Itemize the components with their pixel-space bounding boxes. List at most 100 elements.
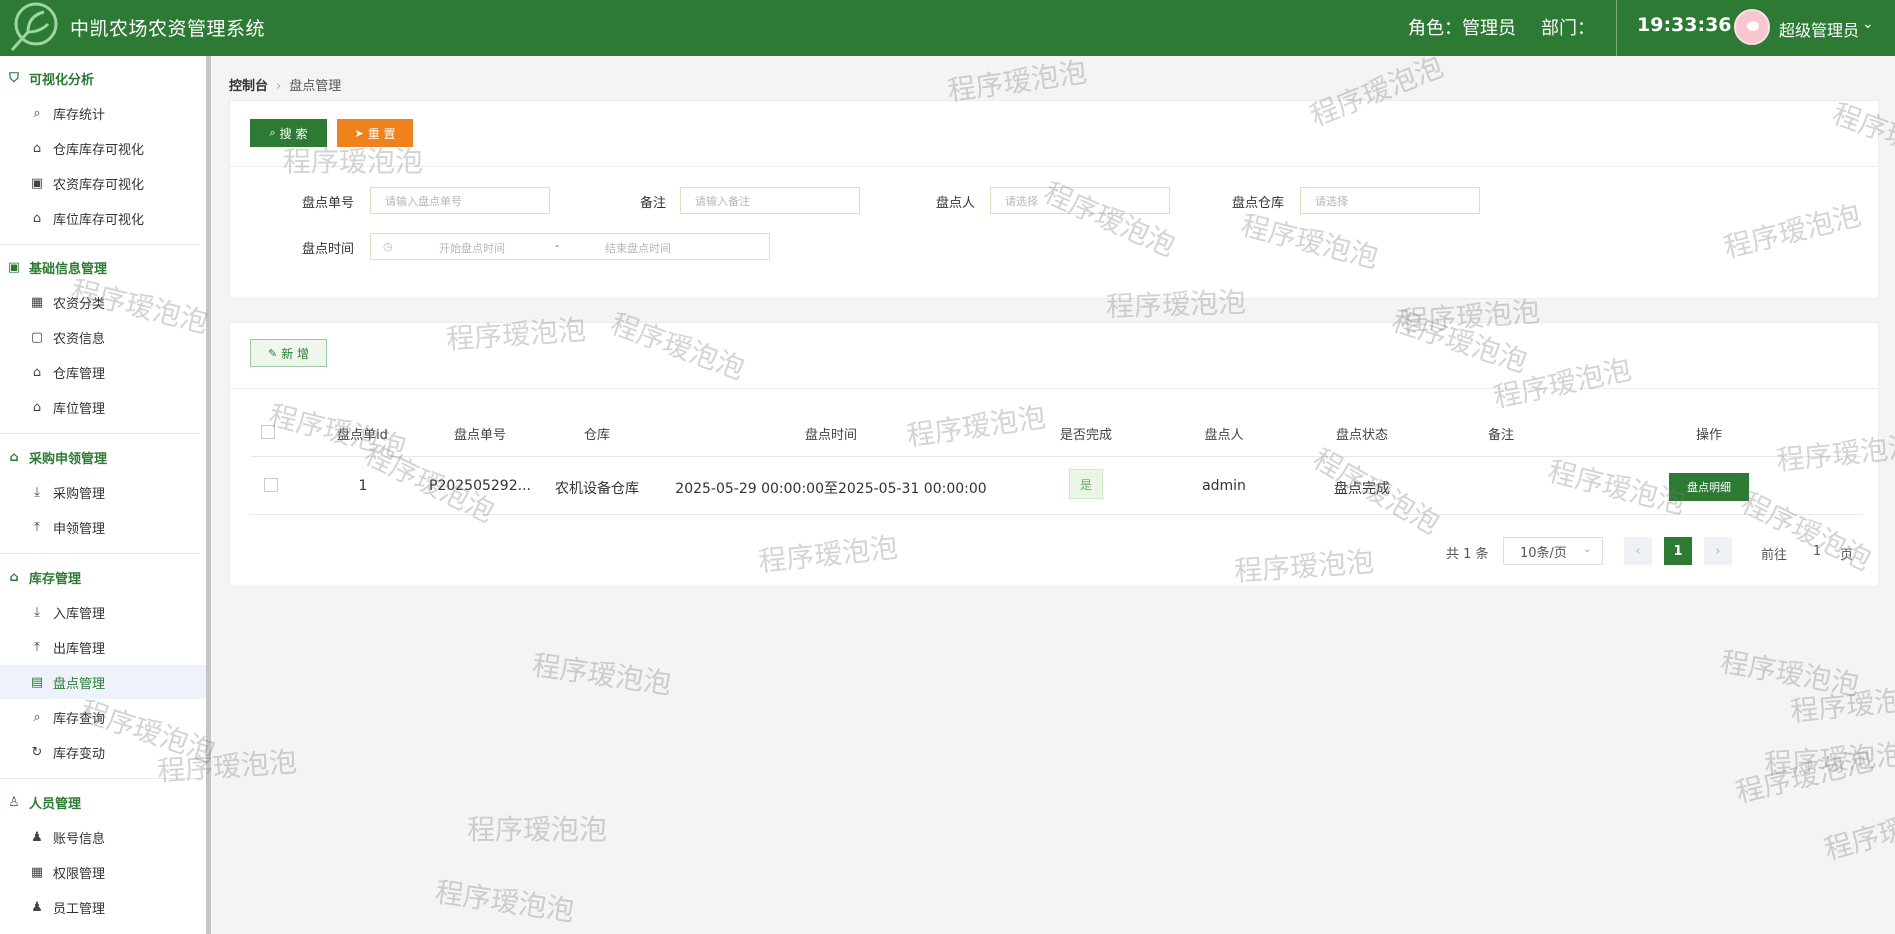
cell-order-no: P202505292... [429, 478, 531, 494]
sidebar-item-label: 农资库存可视化 [53, 177, 145, 193]
user-icon: ♟ [31, 899, 43, 915]
page-size-select[interactable]: 10条/页 ⌄ [1503, 537, 1603, 565]
date-separator: - [555, 239, 559, 252]
bag-outline-icon: ▢ [30, 329, 44, 345]
chevron-down-icon: ⌄ [1582, 542, 1592, 555]
col-header-remark: 备注 [1487, 428, 1514, 443]
sidebar-item-account[interactable]: ♟ 账号信息 [0, 820, 206, 854]
remark-input[interactable]: 请输入备注 [680, 187, 860, 214]
select-all-checkbox[interactable] [261, 425, 275, 439]
sidebar-item-label: 农资信息 [53, 331, 106, 347]
order-no-input[interactable]: 请输入盘点单号 [370, 187, 550, 214]
sidebar-item-outbound[interactable]: ⤒ 出库管理 [0, 630, 206, 664]
dept-label: 部门： [1541, 18, 1595, 39]
download-icon: ⤓ [34, 484, 40, 500]
sidebar-item-warehouse-mgmt[interactable]: ⌂ 仓库管理 [0, 355, 206, 389]
sidebar-item-label: 盘点管理 [53, 676, 106, 692]
sidebar-group-inventory[interactable]: ⌂ 库存管理 [0, 562, 206, 592]
sidebar-item-stock-query[interactable]: ⌕ 库存查询 [0, 700, 206, 734]
sidebar-group-basic-info[interactable]: ▣ 基础信息管理 [0, 252, 206, 282]
sidebar-group-purchase[interactable]: ⌂ 采购申领管理 [0, 442, 206, 472]
sidebar-item-label: 农资分类 [53, 296, 106, 312]
page-suffix: 页 [1840, 548, 1854, 563]
sidebar-group-label: 采购申领管理 [29, 451, 108, 467]
search-button[interactable]: ⌕ 搜 索 [250, 119, 327, 147]
sidebar-item-label: 出库管理 [53, 641, 106, 657]
upload-icon: ⤒ [34, 639, 40, 655]
sidebar-item-material-category[interactable]: ▦ 农资分类 [0, 285, 206, 319]
sidebar-item-permission[interactable]: ▦ 权限管理 [0, 855, 206, 889]
warehouse-label: 盘点仓库 [1232, 196, 1285, 211]
reset-button-label: 重 置 [367, 126, 396, 141]
goto-label: 前往 [1761, 548, 1788, 563]
chevron-down-icon[interactable]: ⌄ [1862, 16, 1874, 32]
person-label: 盘点人 [936, 196, 976, 211]
col-header-order-no: 盘点单号 [453, 428, 506, 443]
breadcrumb-current: 盘点管理 [289, 79, 342, 94]
document-icon: ▤ [30, 674, 44, 690]
watermark: 程序瑷泡泡 [530, 648, 674, 701]
order-no-label: 盘点单号 [302, 196, 355, 211]
sidebar-divider [0, 778, 200, 779]
row-checkbox[interactable] [264, 478, 278, 492]
add-button-label: 新 增 [281, 346, 310, 361]
sidebar-item-stock-stats[interactable]: ⌕ 库存统计 [0, 96, 206, 130]
top-header: 中凯农场农资管理系统 角色：管理员 部门： 19:33:36 超级管理员 ⌄ [0, 0, 1895, 56]
breadcrumb-home[interactable]: 控制台 [229, 79, 268, 94]
cell-time: 2025-05-29 00:00:00至2025-05-31 00:00:00 [675, 481, 987, 497]
watermark: 程序瑷泡泡 [1717, 645, 1862, 702]
search-icon: ⌕ [33, 105, 41, 121]
next-page-button[interactable]: › [1704, 537, 1732, 565]
cell-status: 盘点完成 [1334, 481, 1390, 497]
bag-icon: ▣ [7, 259, 21, 275]
person-select[interactable]: 请选择 [990, 187, 1170, 214]
home-icon: ⌂ [32, 210, 42, 226]
avatar[interactable] [1734, 9, 1770, 45]
search-button-label: 搜 索 [279, 126, 308, 141]
date-range-picker[interactable]: ◷ 开始盘点时间 - 结束盘点时间 [370, 233, 770, 260]
prev-page-button[interactable]: ‹ [1624, 537, 1652, 565]
app-title: 中凯农场农资管理系统 [70, 18, 266, 40]
reset-button[interactable]: ➤ 重 置 [337, 119, 413, 147]
search-icon: ⌕ [33, 709, 41, 725]
sidebar-item-inbound[interactable]: ⤓ 入库管理 [0, 595, 206, 629]
table-header-divider [250, 456, 1862, 457]
page-number-current[interactable]: 1 [1664, 537, 1692, 565]
sidebar-item-staff[interactable]: ♟ 员工管理 [0, 890, 206, 924]
sidebar-divider [0, 433, 200, 434]
username[interactable]: 超级管理员 [1779, 17, 1859, 41]
sidebar-item-label: 账号信息 [53, 831, 106, 847]
sidebar-item-label: 权限管理 [53, 866, 106, 882]
sidebar-item-warehouse-viz[interactable]: ⌂ 仓库库存可视化 [0, 131, 206, 165]
sidebar-item-purchase[interactable]: ⤓ 采购管理 [0, 475, 206, 509]
sidebar-group-personnel[interactable]: ♙ 人员管理 [0, 787, 206, 817]
warehouse-select[interactable]: 请选择 [1300, 187, 1480, 214]
sidebar-item-label: 入库管理 [53, 606, 106, 622]
sidebar-item-stock-change[interactable]: ↻ 库存变动 [0, 735, 206, 769]
edit-icon: ✎ [267, 346, 278, 360]
sidebar-group-label: 库存管理 [29, 571, 82, 587]
start-date-input[interactable]: 开始盘点时间 [439, 240, 505, 256]
end-date-input[interactable]: 结束盘点时间 [605, 240, 671, 256]
leaf-logo-icon [10, 2, 58, 51]
sidebar-item-stocktake[interactable]: ▤ 盘点管理 [0, 665, 206, 699]
chevron-left-icon: ‹ [1635, 543, 1641, 559]
sidebar-item-location-viz[interactable]: ⌂ 库位库存可视化 [0, 201, 206, 235]
add-button[interactable]: ✎ 新 增 [250, 339, 327, 367]
sidebar-item-material-info[interactable]: ▢ 农资信息 [0, 320, 206, 354]
sidebar-group-visualization[interactable]: ⛉ 可视化分析 [0, 63, 206, 93]
sidebar-item-requisition[interactable]: ⤒ 申领管理 [0, 510, 206, 544]
sidebar-item-material-viz[interactable]: ▣ 农资库存可视化 [0, 166, 206, 200]
sidebar-item-location-mgmt[interactable]: ⌂ 库位管理 [0, 390, 206, 424]
pagination-total: 共 1 条 [1446, 547, 1489, 562]
page-size-value: 10条/页 [1520, 545, 1567, 561]
sidebar-item-label: 申领管理 [53, 521, 106, 537]
watermark: 程序瑷泡泡 [1763, 738, 1895, 781]
stocktake-detail-button[interactable]: 盘点明细 [1669, 473, 1749, 501]
chevron-right-icon: › [276, 79, 282, 94]
sidebar-item-label: 员工管理 [53, 901, 106, 917]
cell-warehouse: 农机设备仓库 [555, 481, 639, 497]
watermark: 程序瑷泡泡 [1732, 743, 1877, 810]
goto-page-input[interactable]: 1 [1797, 537, 1837, 565]
sidebar-scrollbar[interactable] [206, 56, 211, 934]
